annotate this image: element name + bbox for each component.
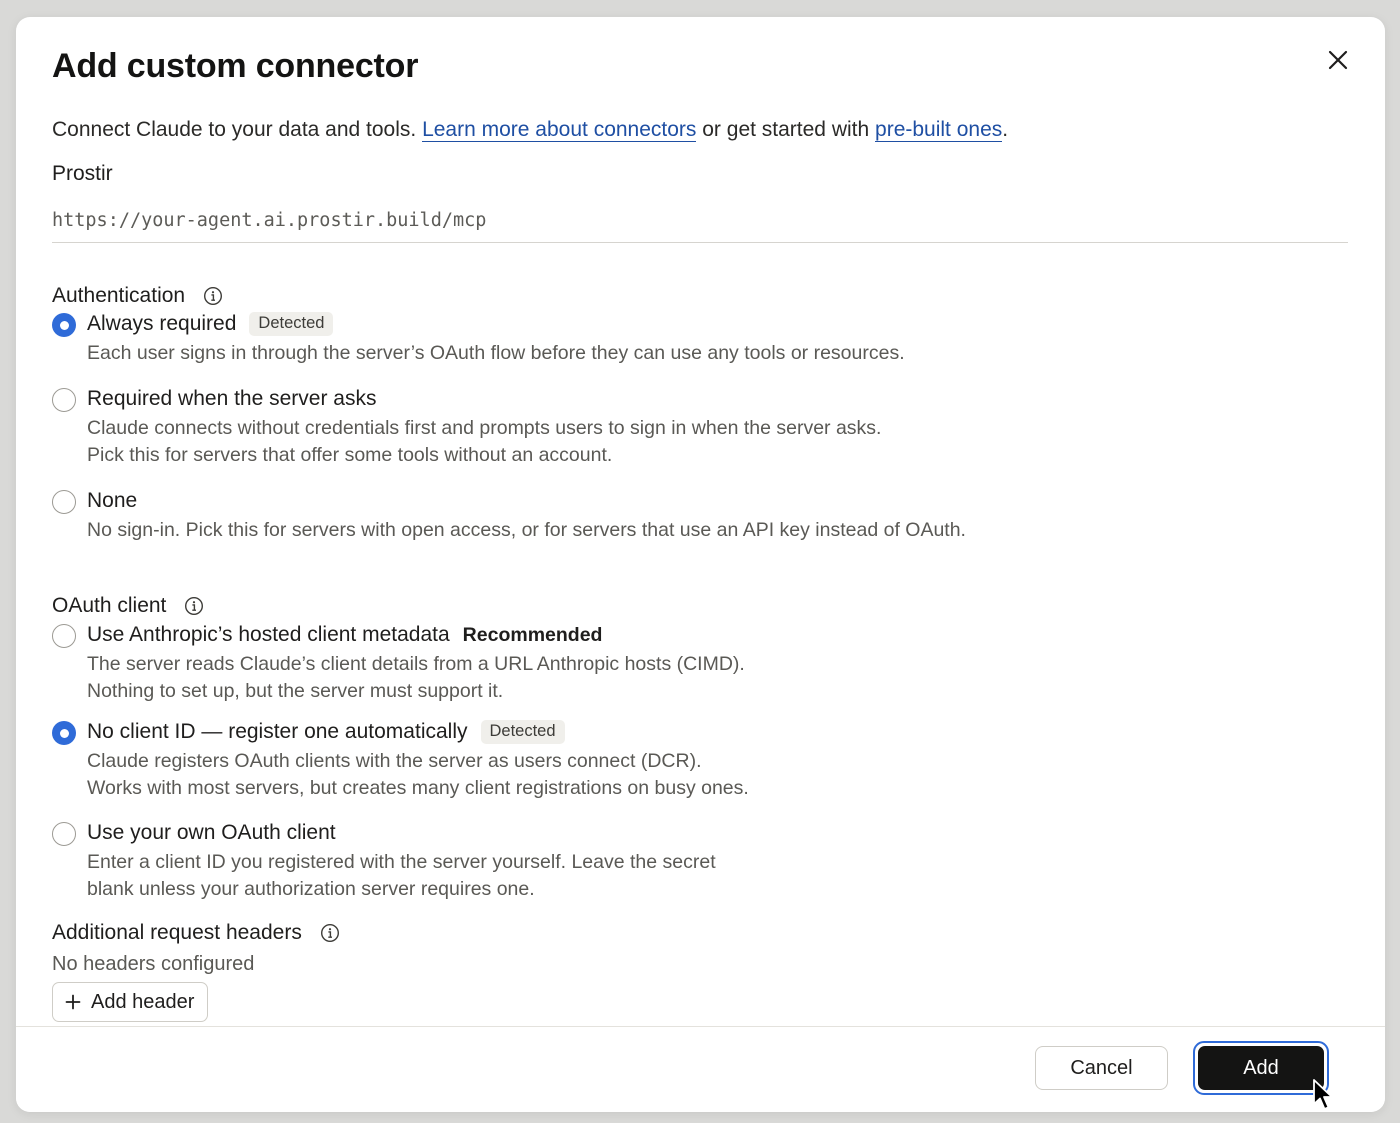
authentication-heading-text: Authentication <box>52 284 186 307</box>
info-icon[interactable] <box>203 286 223 306</box>
oauth-option-label: Use your own OAuth client <box>87 821 336 844</box>
detected-badge: Detected <box>480 720 565 744</box>
description-line: blank unless your authorization server r… <box>87 878 535 900</box>
auth-option-label: Required when the server asks <box>87 387 377 410</box>
info-icon[interactable] <box>184 596 204 616</box>
prebuilt-connectors-link[interactable]: pre-built ones <box>875 118 1003 142</box>
info-icon[interactable] <box>320 923 340 943</box>
oauth-option-label: Use Anthropic’s hosted client metadata <box>87 623 450 646</box>
description-line: Claude registers OAuth clients with the … <box>87 750 702 772</box>
oauth-radio-own-client[interactable] <box>52 822 76 846</box>
oauth-option-description: The server reads Claude’s client details… <box>87 651 745 705</box>
auth-option-label: Always required <box>87 312 237 335</box>
description-line: Pick this for servers that offer some to… <box>87 444 613 466</box>
auth-radio-none[interactable] <box>52 490 76 514</box>
close-icon[interactable] <box>1326 48 1350 72</box>
authentication-heading: Authentication <box>52 284 223 308</box>
description-line: The server reads Claude’s client details… <box>87 653 745 675</box>
server-name-label: Prostir <box>52 162 113 185</box>
oauth-option-description: Enter a client ID you registered with th… <box>87 849 716 903</box>
subtitle-prefix: Connect Claude to your data and tools. <box>52 118 423 141</box>
add-button-label: Add <box>1198 1046 1324 1090</box>
add-header-label: Add header <box>91 990 195 1013</box>
description-line: Claude connects without credentials firs… <box>87 417 882 439</box>
headers-heading-text: Additional request headers <box>52 921 302 944</box>
add-header-button[interactable]: Add header <box>52 982 209 1022</box>
auth-option-label: None <box>87 489 138 512</box>
detected-badge: Detected <box>249 312 334 336</box>
description-line: Nothing to set up, but the server must s… <box>87 680 504 702</box>
subtitle-middle: or get started with <box>696 118 876 141</box>
subtitle-suffix: . <box>1002 118 1009 141</box>
dialog-title: Add custom connector <box>52 47 419 85</box>
learn-more-link[interactable]: Learn more about connectors <box>422 118 697 142</box>
headers-heading: Additional request headers <box>52 921 340 945</box>
no-headers-text: No headers configured <box>52 953 255 975</box>
oauth-client-heading: OAuth client <box>52 594 204 618</box>
dialog-footer: Cancel Add <box>16 1026 1385 1112</box>
description-line: Works with most servers, but creates man… <box>87 777 749 799</box>
add-button[interactable]: Add <box>1193 1041 1329 1095</box>
oauth-radio-hosted-metadata[interactable] <box>52 624 76 648</box>
oauth-radio-auto-register[interactable] <box>52 721 76 745</box>
recommended-tag: Recommended <box>462 623 603 646</box>
auth-option-description: Each user signs in through the server’s … <box>87 340 905 367</box>
server-url-input[interactable] <box>52 199 1348 243</box>
dialog-subtitle: Connect Claude to your data and tools. L… <box>52 118 1008 142</box>
description-line: Each user signs in through the server’s … <box>87 342 905 364</box>
description-line: Enter a client ID you registered with th… <box>87 851 716 873</box>
plus-icon <box>65 994 81 1010</box>
cancel-button[interactable]: Cancel <box>1035 1046 1168 1090</box>
auth-option-description: No sign-in. Pick this for servers with o… <box>87 517 966 544</box>
oauth-client-heading-text: OAuth client <box>52 594 167 617</box>
auth-radio-required-when-asked[interactable] <box>52 388 76 412</box>
description-line: No sign-in. Pick this for servers with o… <box>87 519 966 541</box>
auth-radio-always-required[interactable] <box>52 313 76 337</box>
oauth-option-description: Claude registers OAuth clients with the … <box>87 748 749 802</box>
add-connector-dialog: Add custom connector Connect Claude to y… <box>16 17 1385 1112</box>
oauth-option-label: No client ID — register one automaticall… <box>87 720 468 743</box>
auth-option-description: Claude connects without credentials firs… <box>87 415 881 469</box>
